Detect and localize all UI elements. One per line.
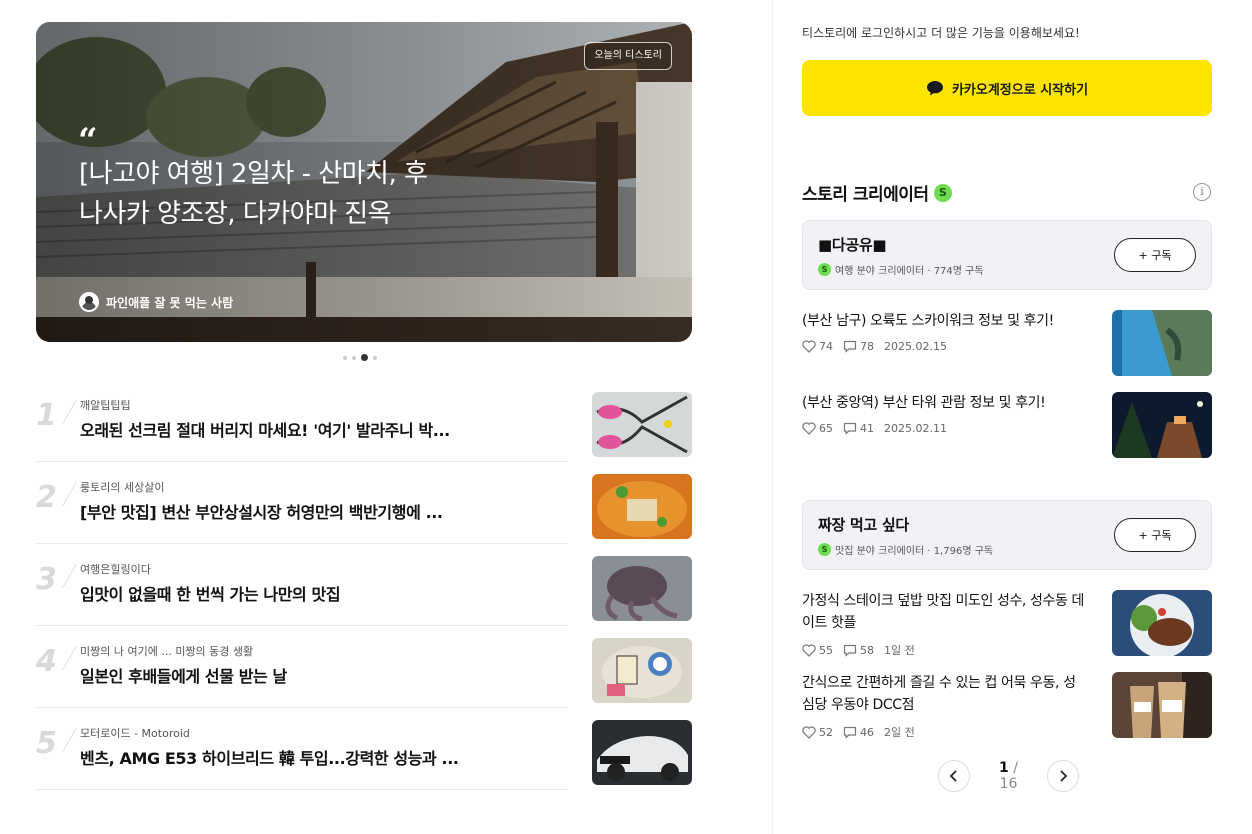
creator-meta-text: 여행 분야 크리에이터 · 774명 구독 <box>835 266 984 277</box>
creator-post[interactable]: (부산 남구) 오륙도 스카이워크 정보 및 후기! 74 78 2025.02… <box>802 310 1212 376</box>
creator-pager: 1 / 16 <box>938 760 1079 792</box>
author-avatar <box>79 292 99 312</box>
chevron-left-icon <box>949 770 957 782</box>
post-meta: 65 41 2025.02.11 <box>802 422 947 435</box>
login-prompt: 티스토리에 로그인하시고 더 많은 기능을 이용해보세요! <box>802 26 1080 40</box>
rank-thumbnail[interactable] <box>592 474 692 539</box>
ranking-item[interactable]: 2 룽토리의 세상살이 [부안 맛집] 변산 부안상설시장 허영만의 백반기행에… <box>36 462 692 544</box>
pagination-dot[interactable] <box>352 355 356 360</box>
post-thumbnail[interactable] <box>1112 672 1212 738</box>
creator-post[interactable]: (부산 중앙역) 부산 타워 관람 정보 및 후기! 65 41 2025.02… <box>802 392 1212 458</box>
comment-icon[interactable] <box>843 340 857 353</box>
next-page-button[interactable] <box>1047 760 1079 792</box>
info-icon[interactable]: i <box>1193 183 1211 201</box>
post-date: 1일 전 <box>884 644 915 657</box>
kakao-chat-icon <box>926 81 943 96</box>
like-count: 55 <box>819 643 833 657</box>
post-thumbnail[interactable] <box>1112 590 1212 656</box>
hero-pagination <box>343 354 377 361</box>
post-title[interactable]: 간식으로 간편하게 즐길 수 있는 컵 어묵 우동, 성심당 우동야 DCC점 <box>802 672 1087 716</box>
creator-meta: S 맛집 분야 크리에이터 · 1,796명 구독 <box>818 542 993 557</box>
rank-title[interactable]: 오래된 선크림 절대 버리지 마세요! '여기' 발라주니 박... <box>80 417 490 441</box>
kakao-login-button[interactable]: 카카오계정으로 시작하기 <box>802 60 1212 116</box>
creator-s-icon: S <box>818 263 831 276</box>
section-title: 스토리 크리에이터 <box>802 185 929 205</box>
rank-blog-name[interactable]: 룽토리의 세상살이 <box>80 479 164 495</box>
story-creator-heading: 스토리 크리에이터 S <box>802 180 952 205</box>
rank-thumbnail[interactable] <box>592 556 692 621</box>
creator-meta: S 여행 분야 크리에이터 · 774명 구독 <box>818 262 984 277</box>
today-tistory-badge[interactable]: 오늘의 티스토리 <box>584 42 672 70</box>
row-separator <box>36 789 568 790</box>
post-date: 2025.02.15 <box>884 340 947 353</box>
post-thumbnail[interactable] <box>1112 310 1212 376</box>
creator-name[interactable]: ■다공유■ <box>818 234 887 255</box>
current-page: 1 <box>999 760 1009 776</box>
post-thumbnail[interactable] <box>1112 392 1212 458</box>
heart-icon[interactable] <box>802 422 816 435</box>
creator-card[interactable]: 짜장 먹고 싶다 S 맛집 분야 크리에이터 · 1,796명 구독 + 구독 <box>802 500 1212 570</box>
creator-name[interactable]: 짜장 먹고 싶다 <box>818 514 909 535</box>
ranking-item[interactable]: 1 깨알팁팁팁 오래된 선크림 절대 버리지 마세요! '여기' 발라주니 박.… <box>36 380 692 462</box>
pagination-dot[interactable] <box>343 355 347 360</box>
rank-blog-name[interactable]: 여행은힐링이다 <box>80 561 151 577</box>
chevron-right-icon <box>1060 770 1068 782</box>
author-name: 파인애플 잘 못 먹는 사람 <box>106 295 234 310</box>
post-title[interactable]: (부산 중앙역) 부산 타워 관람 정보 및 후기! <box>802 392 1087 414</box>
quote-mark: “ <box>78 121 98 161</box>
post-date: 2일 전 <box>884 726 915 739</box>
heart-icon[interactable] <box>802 340 816 353</box>
rank-blog-name[interactable]: 미짱의 나 여기에 ... 미짱의 동경 생활 <box>80 643 253 659</box>
rank-blog-name[interactable]: 깨알팁팁팁 <box>80 397 131 413</box>
creator-meta-text: 맛집 분야 크리에이터 · 1,796명 구독 <box>835 546 994 557</box>
creator-post[interactable]: 간식으로 간편하게 즐길 수 있는 컵 어묵 우동, 성심당 우동야 DCC점 … <box>802 672 1212 740</box>
comment-icon[interactable] <box>843 422 857 435</box>
post-date: 2025.02.11 <box>884 422 947 435</box>
rank-thumbnail[interactable] <box>592 638 692 703</box>
pagination-dot[interactable] <box>373 355 377 360</box>
creator-s-icon: S <box>933 183 952 202</box>
heart-icon[interactable] <box>802 643 816 657</box>
comment-icon[interactable] <box>843 726 857 739</box>
rank-title[interactable]: 입맛이 없을때 한 번씩 가는 나만의 맛집 <box>80 581 490 605</box>
ranking-item[interactable]: 4 미짱의 나 여기에 ... 미짱의 동경 생활 일본인 후배들에게 선물 받… <box>36 626 692 708</box>
hero-author[interactable]: 파인애플 잘 못 먹는 사람 <box>79 292 233 312</box>
comment-count: 41 <box>860 422 874 435</box>
hero-banner[interactable]: 오늘의 티스토리 “ [나고야 여행] 2일차 - 산마치, 후나사카 양조장,… <box>36 22 692 342</box>
post-title[interactable]: (부산 남구) 오륙도 스카이워크 정보 및 후기! <box>802 310 1087 332</box>
subscribe-button[interactable]: + 구독 <box>1114 238 1196 272</box>
like-count: 74 <box>819 340 833 353</box>
like-count: 52 <box>819 725 833 739</box>
creator-post[interactable]: 가정식 스테이크 덮밥 맛집 미도인 성수, 성수동 데이트 핫플 55 58 … <box>802 590 1212 658</box>
rank-title[interactable]: 벤츠, AMG E53 하이브리드 韓 투입...강력한 성능과 ... <box>80 745 490 769</box>
kakao-login-label: 카카오계정으로 시작하기 <box>951 82 1089 98</box>
creator-card[interactable]: ■다공유■ S 여행 분야 크리에이터 · 774명 구독 + 구독 <box>802 220 1212 290</box>
page-indicator: 1 / 16 <box>988 760 1029 792</box>
comment-count: 58 <box>860 643 874 657</box>
post-meta: 55 58 1일 전 <box>802 642 915 658</box>
page-separator: / <box>1013 760 1018 776</box>
rank-blog-name[interactable]: 모터로이드 - Motoroid <box>80 725 190 741</box>
post-meta: 52 46 2일 전 <box>802 724 915 740</box>
pagination-dot-active[interactable] <box>361 354 368 361</box>
column-divider <box>772 0 773 834</box>
comment-count: 78 <box>860 340 874 353</box>
ranking-item[interactable]: 5 모터로이드 - Motoroid 벤츠, AMG E53 하이브리드 韓 투… <box>36 708 692 790</box>
comment-count: 46 <box>860 725 874 739</box>
subscribe-button[interactable]: + 구독 <box>1114 518 1196 552</box>
rank-thumbnail[interactable] <box>592 720 692 785</box>
post-title[interactable]: 가정식 스테이크 덮밥 맛집 미도인 성수, 성수동 데이트 핫플 <box>802 590 1087 634</box>
hero-title[interactable]: [나고야 여행] 2일차 - 산마치, 후나사카 양조장, 다카야마 진옥 <box>79 154 439 234</box>
post-meta: 74 78 2025.02.15 <box>802 340 947 353</box>
creator-s-icon: S <box>818 543 831 556</box>
comment-icon[interactable] <box>843 644 857 657</box>
rank-title[interactable]: [부안 맛집] 변산 부안상설시장 허영만의 백반기행에 ... <box>80 499 490 523</box>
heart-icon[interactable] <box>802 725 816 739</box>
like-count: 65 <box>819 422 833 435</box>
total-pages: 16 <box>999 776 1018 792</box>
rank-title[interactable]: 일본인 후배들에게 선물 받는 날 <box>80 663 490 687</box>
prev-page-button[interactable] <box>938 760 970 792</box>
rank-thumbnail[interactable] <box>592 392 692 457</box>
ranking-item[interactable]: 3 여행은힐링이다 입맛이 없을때 한 번씩 가는 나만의 맛집 <box>36 544 692 626</box>
